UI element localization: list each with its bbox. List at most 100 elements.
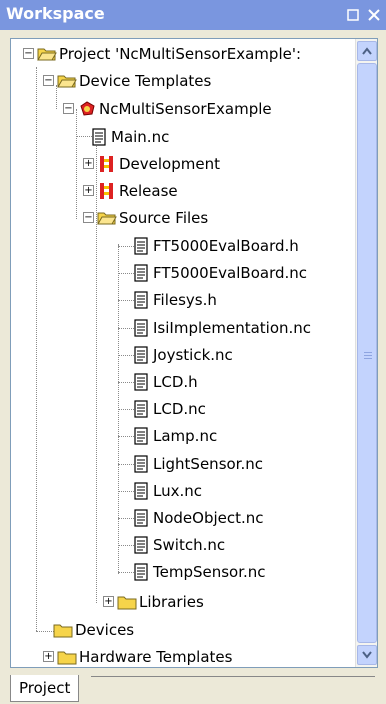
collapse-toggle[interactable]: − [83,212,94,223]
workspace-titlebar: Workspace [0,0,386,30]
tree-node-source-file[interactable]: NodeObject.nc [131,505,264,531]
device-template-icon [77,100,97,118]
tree-node-devices[interactable]: Devices [53,617,134,643]
tree-node-source-file[interactable]: Filesys.h [131,287,217,313]
scroll-down-button[interactable] [357,645,377,665]
file-icon [131,482,151,500]
tree-node-source-file[interactable]: Switch.nc [131,532,225,558]
folder-closed-icon [57,648,77,666]
tree-node-libraries[interactable]: + Libraries [95,589,204,615]
chevron-up-icon [362,47,372,55]
collapse-toggle[interactable]: − [23,48,34,59]
build-config-icon [97,182,117,200]
tab-project[interactable]: Project [10,675,80,702]
folder-open-icon [37,45,57,63]
file-icon [131,563,151,581]
tree-label: NodeObject.nc [153,509,264,527]
folder-open-icon [57,72,77,90]
expand-toggle[interactable]: + [43,651,54,662]
file-icon [131,400,151,418]
folder-closed-icon [53,621,73,639]
file-icon [131,427,151,445]
tree-node-ncmultisensorexample[interactable]: − NcMultiSensorExample [55,96,272,122]
tree-label: NcMultiSensorExample [99,100,272,118]
scroll-grip [364,358,372,359]
tree-label: Libraries [139,593,204,611]
close-icon [367,8,380,21]
file-icon [131,373,151,391]
tree-label: Lamp.nc [153,427,218,446]
scroll-thumb[interactable] [357,63,377,643]
tree-label: IsiImplementation.nc [153,318,312,337]
chevron-down-icon [362,651,372,659]
tree-label: Development [119,155,220,173]
tree-label: Release [119,182,178,200]
project-tree-panel: − Project 'NcMultiSensorExample': − Devi… [10,38,378,668]
file-icon [131,264,151,282]
scroll-grip [364,352,372,353]
expand-toggle[interactable]: + [103,596,114,607]
tree-guide [36,67,37,631]
tree-label: FT5000EvalBoard.h [153,237,299,255]
folder-open-icon [97,209,117,227]
tree-label: TempSensor.nc [153,563,266,582]
tree-label: Lux.nc [153,481,202,500]
folder-closed-icon [117,593,137,611]
tree-node-project[interactable]: − Project 'NcMultiSensorExample': [19,41,301,67]
tree-node-device-templates[interactable]: − Device Templates [35,68,211,94]
file-icon [131,291,151,309]
tree-label: Filesys.h [153,291,217,310]
window-title: Workspace [6,4,105,23]
tree-node-source-file[interactable]: LightSensor.nc [131,451,263,477]
tab-strip-line [91,676,375,677]
restore-button[interactable] [344,6,361,23]
tree-label: Device Templates [79,72,212,90]
tree-label: Joystick.nc [153,345,233,364]
build-config-icon [97,155,117,173]
expand-toggle[interactable]: + [83,185,94,196]
workspace-tabs: Project [0,672,386,704]
tree-label: LCD.h [153,373,198,391]
tree-node-development[interactable]: + Development [75,151,220,177]
file-icon [131,346,151,364]
tree-label: Hardware Templates [79,648,233,666]
tree-guide [36,631,54,632]
tree-label: LightSensor.nc [153,454,263,473]
tree-label: LCD.nc [153,400,206,419]
file-icon [131,536,151,554]
tree-node-release[interactable]: + Release [75,178,178,204]
project-tree: − Project 'NcMultiSensorExample': − Devi… [11,39,355,667]
tab-label: Project [19,679,71,697]
tree-node-source-file[interactable]: Joystick.nc [131,342,233,368]
expand-toggle[interactable]: + [83,158,94,169]
tree-label: Source Files [119,209,209,227]
tree-node-source-file[interactable]: Lamp.nc [131,423,217,449]
file-icon [131,509,151,527]
vertical-scrollbar[interactable] [355,39,377,667]
tree-node-source-file[interactable]: FT5000EvalBoard.h [131,233,299,259]
tree-label: Main.nc [111,128,170,146]
tree-node-source-file[interactable]: TempSensor.nc [131,559,266,585]
tree-node-source-file[interactable]: LCD.nc [131,396,206,422]
restore-icon [346,8,359,21]
tree-label: FT5000EvalBoard.nc [153,264,308,283]
tree-node-source-file[interactable]: LCD.h [131,369,198,395]
tree-node-hardware-templates[interactable]: + Hardware Templates [35,644,232,667]
tree-node-source-file[interactable]: FT5000EvalBoard.nc [131,260,307,286]
tree-label: Project 'NcMultiSensorExample': [59,45,302,63]
file-icon [131,237,151,255]
scroll-grip [364,355,372,356]
tree-label: Devices [75,621,135,639]
tree-node-source-file[interactable]: Lux.nc [131,478,202,504]
collapse-toggle[interactable]: − [63,103,74,114]
tree-node-source-file[interactable]: IsiImplementation.nc [131,315,311,341]
tree-label: Switch.nc [153,536,226,555]
file-icon [131,318,151,337]
close-button[interactable] [365,6,382,23]
collapse-toggle[interactable]: − [43,75,54,86]
tree-node-source-files[interactable]: − Source Files [75,205,208,231]
tree-node-main-nc[interactable]: Main.nc [89,124,169,150]
scroll-up-button[interactable] [357,41,377,61]
file-icon [89,128,109,146]
file-icon [131,454,151,473]
